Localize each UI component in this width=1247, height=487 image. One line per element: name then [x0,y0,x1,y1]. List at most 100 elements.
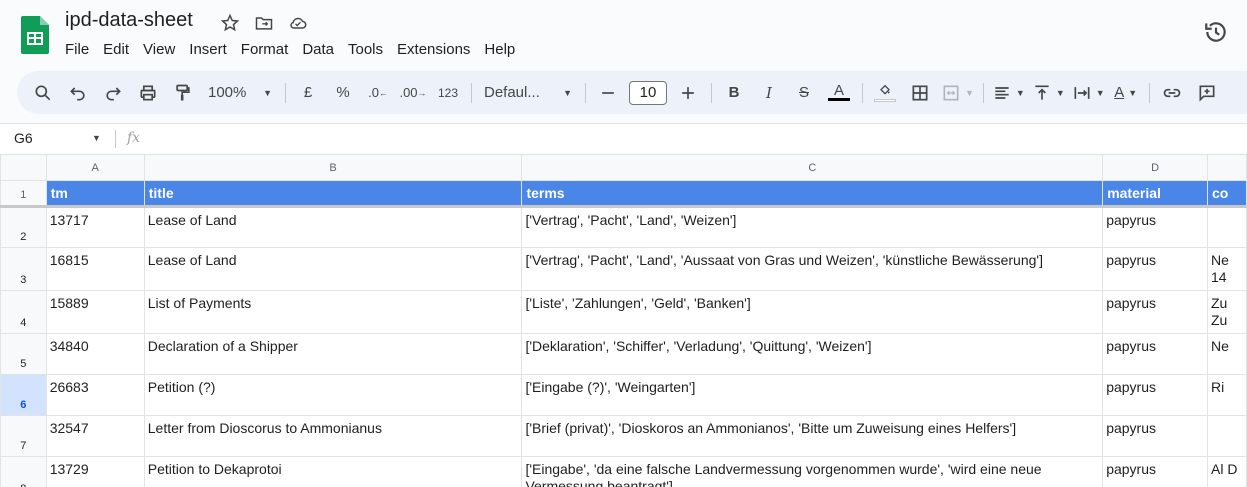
bold-icon[interactable]: B [720,79,748,107]
italic-icon[interactable]: I [755,79,783,107]
row-header[interactable]: 3 [0,247,47,291]
horizontal-align-icon[interactable]: ▼ [992,79,1025,107]
column-header-c[interactable]: C [521,154,1104,181]
header-cell-terms[interactable]: terms [521,180,1104,207]
cell[interactable]: ['Eingabe (?)', 'Weingarten'] [521,374,1104,416]
cell[interactable]: 13717 [45,205,145,248]
cell[interactable]: Letter from Dioscorus to Ammonianus [143,415,523,457]
column-header-d[interactable]: D [1102,154,1208,181]
cell[interactable]: 15889 [45,290,145,334]
cell[interactable]: ['Vertrag', 'Pacht', 'Land', 'Weizen'] [521,205,1104,248]
cloud-status-icon[interactable] [287,12,309,34]
cell[interactable]: Lease of Land [143,205,523,248]
header-cell-title[interactable]: title [143,180,523,207]
increase-font-size-icon[interactable] [674,79,702,107]
percent-format-button[interactable]: % [329,79,357,107]
cell[interactable]: Zu Zu [1207,290,1247,334]
cell[interactable]: ['Deklaration', 'Schiffer', 'Verladung',… [521,333,1104,375]
version-history-icon[interactable] [1203,19,1229,45]
cell[interactable]: Ne [1207,333,1247,375]
text-wrapping-icon[interactable]: ▼ [1072,79,1105,107]
row-header[interactable]: 1 [0,180,47,207]
sheets-logo-icon[interactable] [21,16,49,54]
cell[interactable]: 26683 [45,374,145,416]
increase-decimal-button[interactable]: .00 → [399,79,427,107]
row-header[interactable]: 5 [0,333,47,375]
currency-format-button[interactable]: £ [294,79,322,107]
cell[interactable]: Lease of Land [143,247,523,291]
cell[interactable]: List of Payments [143,290,523,334]
zoom-select[interactable]: 100% ▼ [204,79,276,107]
menu-edit[interactable]: Edit [96,40,136,59]
header-cell-material[interactable]: material [1102,180,1208,207]
cell[interactable]: papyrus [1102,374,1208,416]
merge-cells-icon[interactable]: ▼ [941,79,974,107]
name-box[interactable]: G6 [14,130,33,146]
cell[interactable]: papyrus [1102,415,1208,457]
header-cell-e[interactable]: co [1207,180,1247,207]
menu-insert[interactable]: Insert [182,40,234,59]
decrease-font-size-icon[interactable] [594,79,622,107]
select-all-corner[interactable] [0,154,47,181]
cell[interactable]: papyrus [1102,290,1208,334]
menu-tools[interactable]: Tools [341,40,390,59]
insert-link-icon[interactable] [1158,79,1186,107]
vertical-align-icon[interactable]: ▼ [1032,79,1065,107]
column-header-a[interactable]: A [45,154,145,181]
cell[interactable]: Ri [1207,374,1247,416]
cell[interactable]: ['Vertrag', 'Pacht', 'Land', 'Aussaat vo… [521,247,1104,291]
row-header[interactable]: 2 [0,205,47,248]
menu-format[interactable]: Format [234,40,296,59]
header-cell-tm[interactable]: tm [45,180,145,207]
strikethrough-icon[interactable]: S [790,79,818,107]
text-color-icon[interactable]: A [825,79,853,107]
cell[interactable]: Ne 14 [1207,247,1247,291]
cell[interactable]: papyrus [1102,333,1208,375]
text-rotation-icon[interactable]: A ▼ [1112,79,1140,107]
menu-help[interactable]: Help [477,40,522,59]
search-menus-icon[interactable] [29,79,57,107]
cell[interactable] [1207,415,1247,457]
menu-file[interactable]: File [58,40,96,59]
row-header[interactable]: 4 [0,290,47,334]
menu-extensions[interactable]: Extensions [390,40,477,59]
cell[interactable] [1207,205,1247,248]
cell[interactable]: Declaration of a Shipper [143,333,523,375]
font-size-input[interactable]: 10 [629,80,667,105]
cell[interactable]: ['Liste', 'Zahlungen', 'Geld', 'Banken'] [521,290,1104,334]
row-header[interactable]: 7 [0,415,47,457]
row-header-active[interactable]: 6 [0,374,47,416]
column-header-e[interactable] [1207,154,1247,181]
spreadsheet-grid[interactable]: A B C D 1 tm title terms material co 2 1… [0,154,1247,487]
cell[interactable]: 13729 [45,456,145,487]
cell[interactable]: 32547 [45,415,145,457]
number-format-button[interactable]: 123 [434,79,462,107]
cell[interactable]: Petition (?) [143,374,523,416]
cell[interactable]: Al D [1207,456,1247,487]
paint-format-icon[interactable] [169,79,197,107]
decrease-decimal-button[interactable]: .0 ← [364,79,392,107]
cell[interactable]: 34840 [45,333,145,375]
star-icon[interactable] [219,12,241,34]
print-icon[interactable] [134,79,162,107]
cell[interactable]: papyrus [1102,247,1208,291]
chevron-down-icon[interactable]: ▼ [92,133,101,143]
cell[interactable]: papyrus [1102,205,1208,248]
insert-comment-icon[interactable] [1193,79,1221,107]
cell[interactable]: ['Eingabe', 'da eine falsche Landvermess… [521,456,1104,487]
borders-icon[interactable] [906,79,934,107]
font-select[interactable]: Defaul... ▼ [480,79,576,107]
cell[interactable]: 16815 [45,247,145,291]
redo-icon[interactable] [99,79,127,107]
cell[interactable]: ['Brief (privat)', 'Dioskoros an Ammonia… [521,415,1104,457]
cell[interactable]: papyrus [1102,456,1208,487]
move-folder-icon[interactable] [253,12,275,34]
undo-icon[interactable] [64,79,92,107]
menu-data[interactable]: Data [295,40,341,59]
fill-color-icon[interactable] [871,79,899,107]
row-header[interactable]: 8 [0,456,47,487]
menu-view[interactable]: View [136,40,182,59]
cell[interactable]: Petition to Dekaprotoi [143,456,523,487]
column-header-b[interactable]: B [143,154,523,181]
document-title[interactable]: ipd-data-sheet [65,9,193,32]
